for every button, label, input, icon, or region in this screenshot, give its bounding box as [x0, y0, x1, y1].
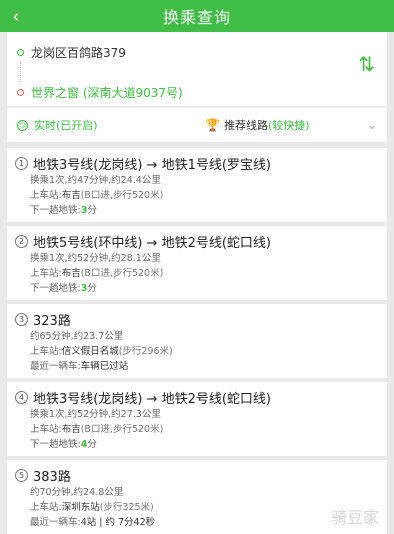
route-title: 地铁5号线(环中线) → 地铁2号线(蛇口线) — [33, 236, 271, 251]
list-item[interactable]: 1 地铁3号线(龙岗线) → 地铁1号线(罗宝线) 换乘1次,约47分钟,约24… — [7, 148, 387, 222]
index-badge: 3 — [15, 313, 28, 326]
route-summary: 换乘1次,约47分钟,约24.4公里 — [30, 175, 161, 186]
board-station-row: 上车站:布吉(B口进,步行520米) — [30, 424, 164, 435]
route-summary: 换乘1次,约52分钟,约28.1公里 — [30, 253, 161, 264]
start-dot-icon — [17, 48, 24, 56]
route-preference-selector[interactable]: 🏆 推荐线路 (较快捷) — [205, 117, 367, 133]
route-title: 地铁3号线(龙岗线) → 地铁1号线(罗宝线) — [33, 158, 271, 173]
results-list: 1 地铁3号线(龙岗线) → 地铁1号线(罗宝线) 换乘1次,约47分钟,约24… — [7, 148, 387, 534]
end-dot-icon — [17, 88, 24, 96]
swap-icon[interactable]: ⇅ — [358, 54, 375, 74]
next-arrival-row: 下一趟地铁:3分 — [30, 283, 97, 294]
list-item[interactable]: 4 地铁3号线(龙岗线) → 地铁2号线(蛇口线) 换乘1次,约52分钟,约27… — [7, 382, 387, 456]
page-title: 换乘查询 — [162, 8, 231, 27]
realtime-toggle[interactable]: ◷ 实时(已开启) — [7, 117, 205, 133]
index-badge: 1 — [15, 157, 28, 170]
list-item[interactable]: 2 地铁5号线(环中线) → 地铁2号线(蛇口线) 换乘1次,约52分钟,约28… — [7, 226, 387, 300]
next-arrival-row: 最近一辆车:车辆已过站 — [30, 361, 129, 372]
trophy-icon: 🏆 — [205, 118, 220, 132]
next-arrival-row: 下一趟地铁:3分 — [30, 205, 97, 216]
next-arrival-row: 下一趟地铁:4分 — [30, 439, 97, 450]
route-summary: 换乘1次,约52分钟,约27.3公里 — [30, 409, 161, 420]
chevron-down-icon[interactable]: ⌄ — [367, 118, 377, 132]
start-address[interactable]: 龙岗区百鸽路379 — [31, 44, 126, 61]
route-label: 推荐线路 — [223, 119, 268, 132]
options-bar: ◷ 实时(已开启) 🏆 推荐线路 (较快捷) ⌄ — [7, 107, 387, 142]
end-address[interactable]: 世界之窗 (深南大道9037号) — [31, 84, 183, 101]
route-title: 383路 — [33, 470, 71, 485]
index-badge: 4 — [15, 391, 28, 404]
watermark: 骑豆家 — [330, 508, 379, 527]
route-title: 323路 — [33, 314, 71, 329]
index-badge: 2 — [15, 235, 28, 248]
realtime-label: 实时(已开启) — [34, 119, 98, 132]
app-header: ‹ 换乘查询 — [0, 0, 394, 32]
route-summary: 约70分钟,约24.8公里 — [30, 487, 124, 498]
route-summary: 约65分钟,约23.7公里 — [30, 331, 124, 342]
clock-icon: ◷ — [17, 119, 28, 131]
back-icon[interactable]: ‹ — [12, 4, 20, 28]
route-input-card: 龙岗区百鸽路379 世界之窗 (深南大道9037号) ⇅ — [7, 32, 387, 106]
index-badge: 5 — [15, 469, 28, 482]
board-station-row: 上车站:深圳东站(步行325米) — [30, 502, 154, 513]
list-item[interactable]: 3 323路 约65分钟,约23.7公里 上车站:信义假日名城(步行296米) … — [7, 304, 387, 378]
board-station-row: 上车站:信义假日名城(步行296米) — [30, 346, 173, 357]
route-title: 地铁3号线(龙岗线) → 地铁2号线(蛇口线) — [33, 392, 271, 407]
end-address-row[interactable]: 世界之窗 (深南大道9037号) — [17, 82, 377, 102]
route-connector — [20, 62, 377, 82]
board-station-row: 上车站:布吉(B口进,步行520米) — [30, 190, 164, 201]
route-mode: (较快捷) — [267, 119, 310, 132]
start-address-row[interactable]: 龙岗区百鸽路379 — [17, 42, 377, 62]
board-station-row: 上车站:布吉(B口进,步行520米) — [30, 268, 164, 279]
